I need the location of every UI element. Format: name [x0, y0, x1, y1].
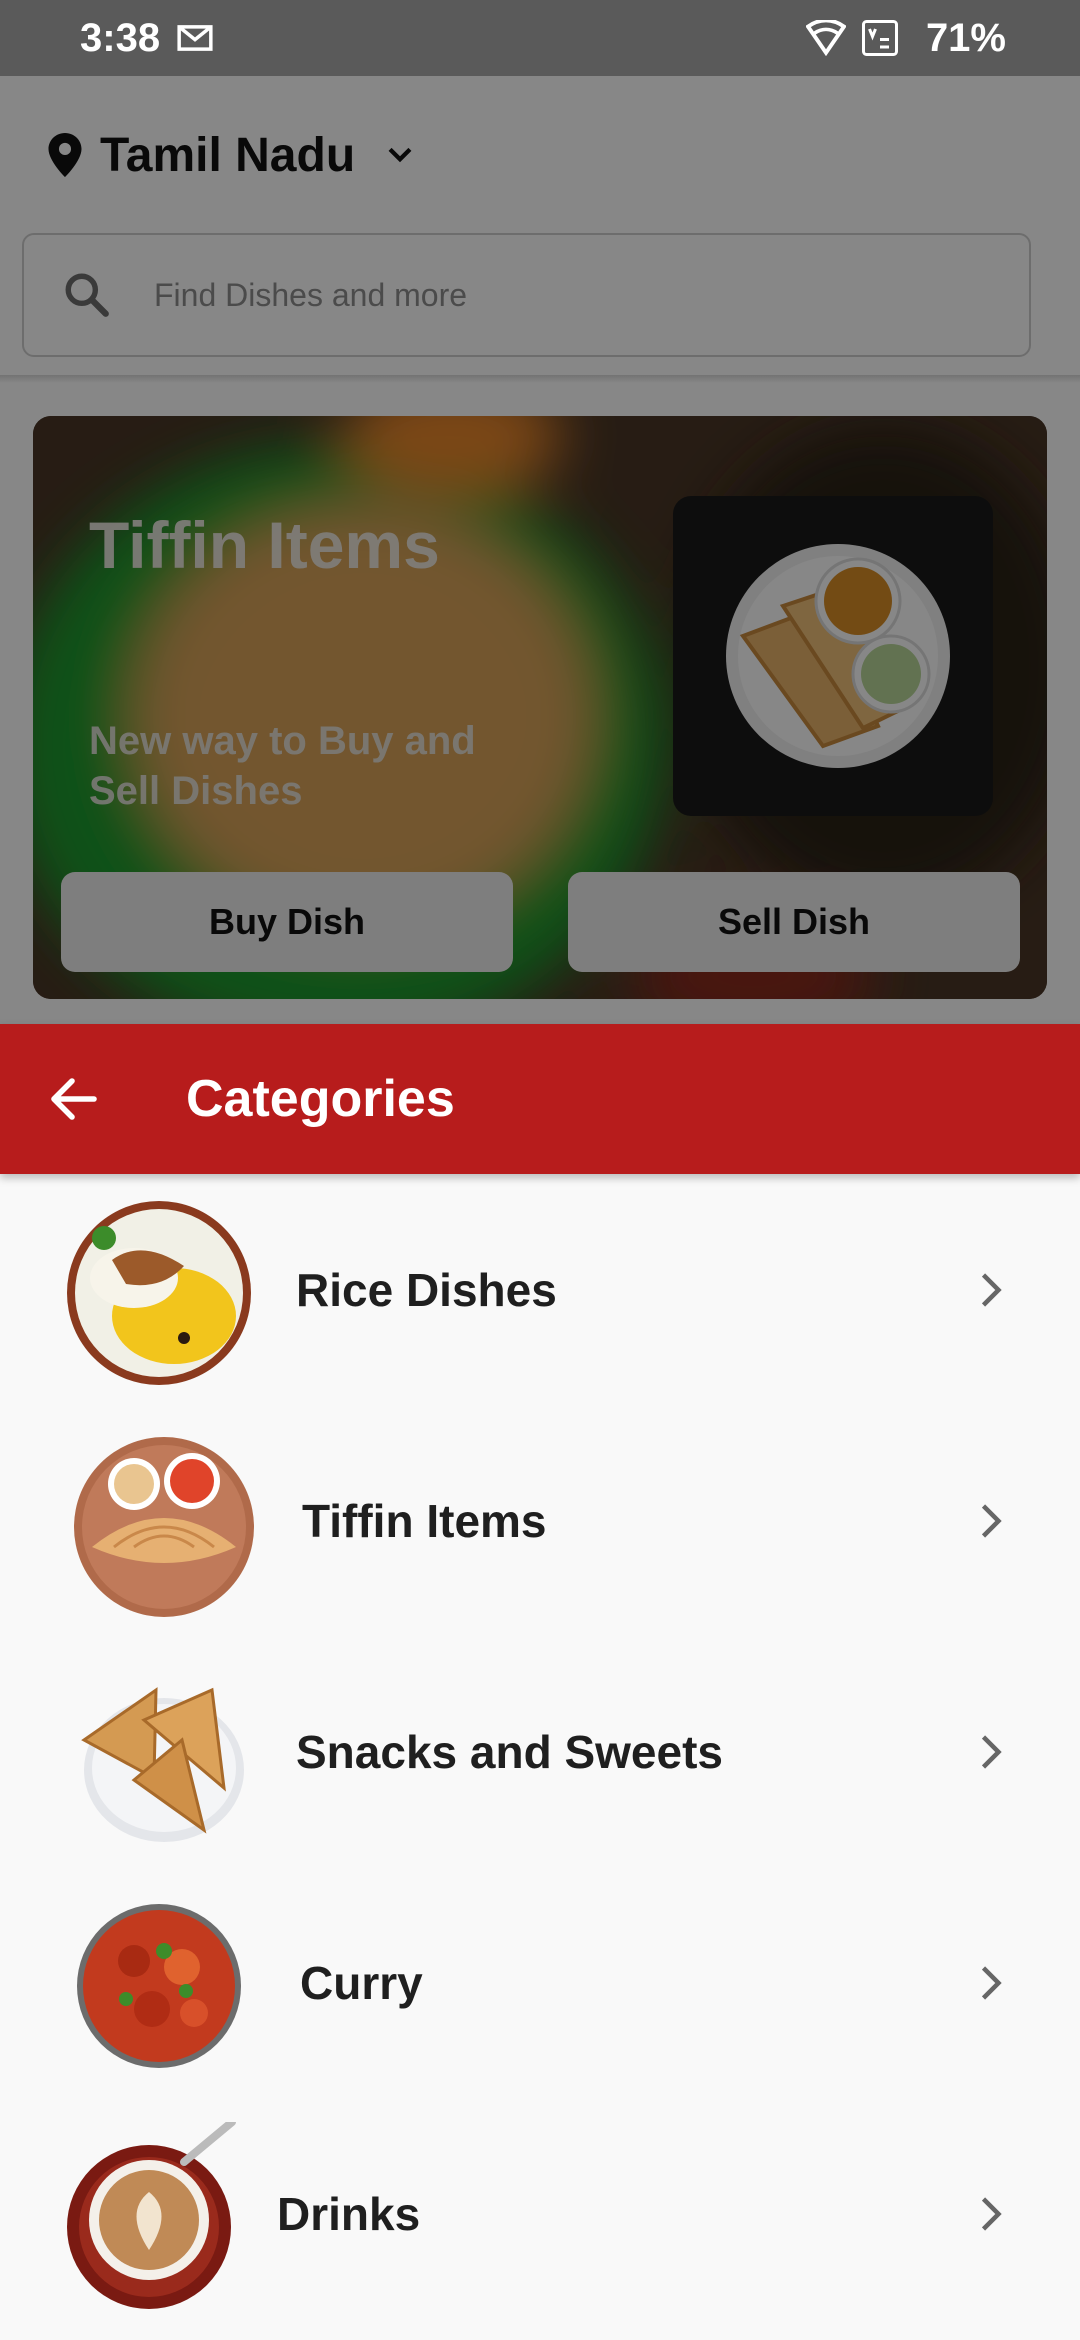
- rice-bowl-icon: [67, 1201, 251, 1385]
- coffee-cup-icon: [67, 2122, 236, 2309]
- dosa-plate-icon: [74, 1437, 254, 1617]
- category-label: Curry: [300, 1956, 423, 2009]
- category-label: Drinks: [277, 2187, 421, 2240]
- status-time: 3:38: [80, 15, 161, 60]
- chevron-right-icon: [981, 1272, 1002, 1307]
- chevron-right-icon: [981, 1503, 1002, 1538]
- wifi-icon: [805, 20, 846, 56]
- chevron-right-icon: [981, 2196, 1002, 2231]
- samosa-plate-icon: [81, 1687, 244, 1842]
- battery-percentage: 71%: [925, 15, 1006, 60]
- categories-app-bar: Categories: [0, 1024, 1080, 1174]
- screen: Tamil Nadu Find Dishes and more Tiffin I…: [0, 0, 1080, 2340]
- gmail-icon: [177, 25, 213, 51]
- category-item-drinks[interactable]: Drinks: [0, 2098, 1080, 2329]
- home-background: Tamil Nadu Find Dishes and more Tiffin I…: [0, 0, 1080, 1024]
- volte-icon: [861, 20, 898, 56]
- chevron-right-icon: [981, 1965, 1002, 2000]
- category-label: Snacks and Sweets: [296, 1725, 723, 1778]
- status-bar: 3:38 71%: [0, 0, 1080, 76]
- arrow-back-icon: [51, 1078, 97, 1120]
- modal-scrim[interactable]: [0, 76, 1080, 1024]
- category-label: Tiffin Items: [302, 1494, 547, 1547]
- chevron-right-icon: [981, 1734, 1002, 1769]
- category-item-tiffin-items[interactable]: Tiffin Items: [0, 1405, 1080, 1636]
- category-item-rice-dishes[interactable]: Rice Dishes: [0, 1174, 1080, 1405]
- category-item-curry[interactable]: Curry: [0, 1867, 1080, 2098]
- category-item-snacks-and-sweets[interactable]: Snacks and Sweets: [0, 1636, 1080, 1867]
- curry-bowl-icon: [77, 1904, 241, 2068]
- page-title: Categories: [186, 1070, 455, 1128]
- categories-sheet: Categories Rice Dishes Tiffin Items Snac…: [0, 1024, 1080, 2340]
- category-label: Rice Dishes: [296, 1263, 557, 1316]
- category-list: Rice Dishes Tiffin Items Snacks and Swee…: [0, 1174, 1080, 2329]
- back-button[interactable]: [0, 1024, 154, 1174]
